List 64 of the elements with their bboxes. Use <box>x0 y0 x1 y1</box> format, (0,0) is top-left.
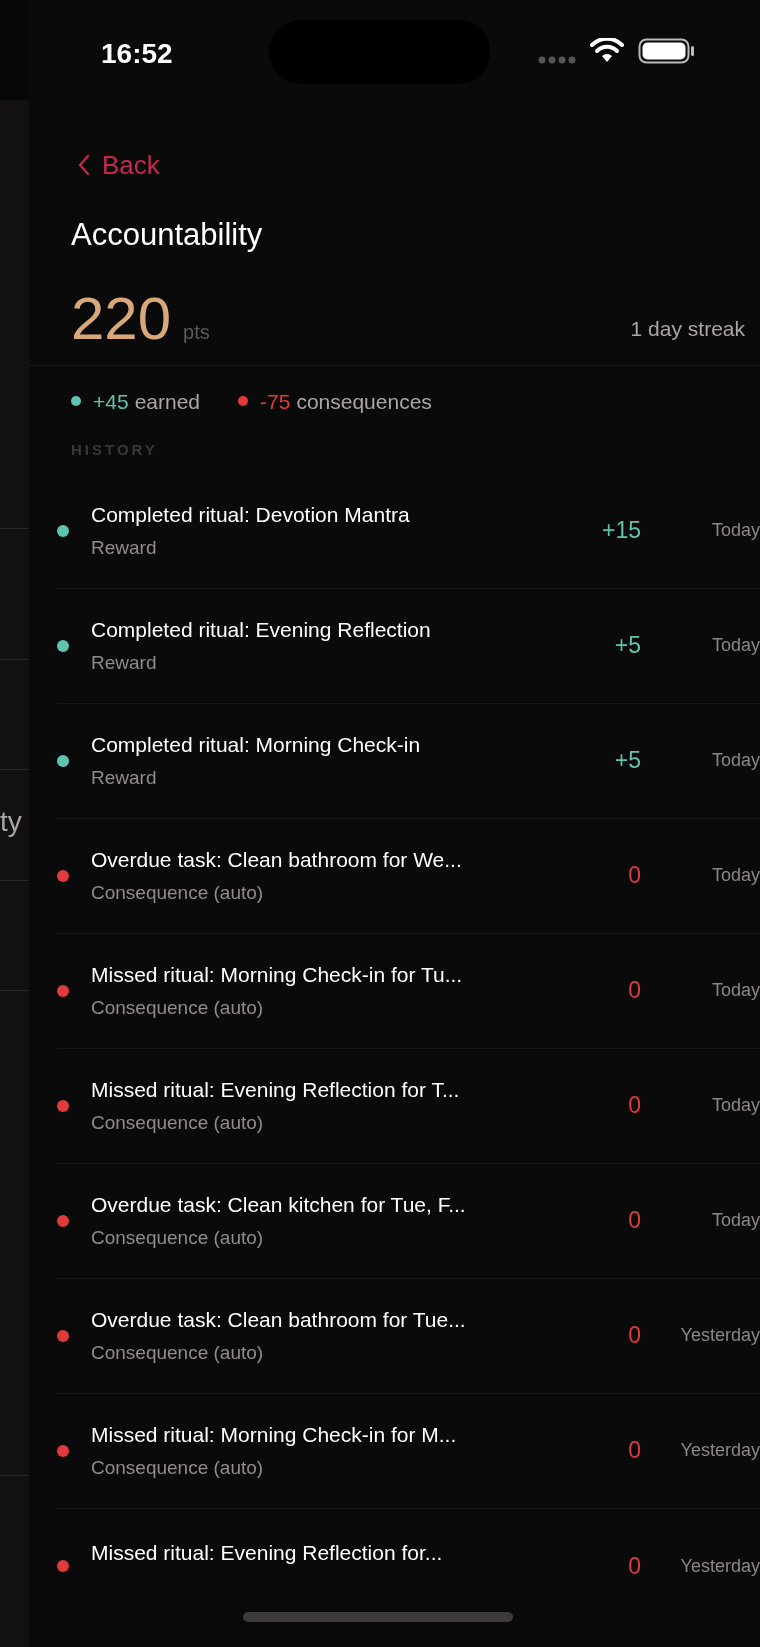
status-time: 16:52 <box>101 37 173 71</box>
battery-icon <box>638 38 696 64</box>
entry-date: Yesterday <box>679 1554 760 1578</box>
entry-date: Today <box>710 519 760 542</box>
entry-subtitle: Consequence (auto) <box>91 1226 264 1250</box>
entry-title: Overdue task: Clean bathroom for We... <box>91 846 462 873</box>
background-text: ty <box>0 808 22 836</box>
entry-title: Completed ritual: Evening Reflection <box>91 616 431 643</box>
history-row[interactable]: Completed ritual: Evening Reflection Reward +5 Today <box>57 588 760 704</box>
history-row[interactable]: Missed ritual: Evening Reflection for... 0 Yesterday <box>57 1508 760 1599</box>
entry-subtitle: Consequence (auto) <box>91 996 264 1020</box>
entry-date: Today <box>710 634 760 657</box>
history-row[interactable]: Overdue task: Clean bathroom for Tue... Consequence (auto) 0 Yesterday <box>57 1278 760 1394</box>
points-amount: 0 <box>627 1206 641 1236</box>
entry-date: Today <box>710 1209 760 1232</box>
points-amount: 0 <box>627 976 641 1006</box>
history-row[interactable]: Missed ritual: Evening Reflection for T... Consequence (auto) 0 Today <box>57 1048 760 1164</box>
points-amount: 0 <box>627 1436 641 1466</box>
entry-subtitle: Reward <box>91 766 157 790</box>
stat-value: +45 <box>93 388 129 415</box>
points-amount: +15 <box>601 516 641 546</box>
entry-subtitle: Reward <box>91 651 157 675</box>
streak-label: 1 day streak <box>630 316 745 342</box>
entry-date: Yesterday <box>679 1324 760 1347</box>
entry-title: Completed ritual: Morning Check-in <box>91 731 421 758</box>
history-row[interactable]: Completed ritual: Devotion Mantra Reward +15 Today <box>57 473 760 589</box>
history-row[interactable]: Missed ritual: Morning Check-in for M... Consequence (auto) 0 Yesterday <box>57 1393 760 1509</box>
entry-title: Missed ritual: Morning Check-in for M... <box>91 1421 457 1448</box>
entry-title: Overdue task: Clean kitchen for Tue, F... <box>91 1191 466 1218</box>
entry-title: Missed ritual: Evening Reflection for... <box>91 1539 443 1566</box>
page-title: Accountability <box>70 216 263 254</box>
points-unit: pts <box>183 319 210 345</box>
entry-title: Overdue task: Clean bathroom for Tue... <box>91 1306 466 1333</box>
points-value: 220 <box>71 288 172 349</box>
entry-date: Today <box>710 749 760 772</box>
entry-subtitle: Consequence (auto) <box>91 1341 264 1365</box>
entry-title: Completed ritual: Devotion Mantra <box>91 501 410 528</box>
points-amount: +5 <box>613 631 641 661</box>
entry-title: Missed ritual: Evening Reflection for T... <box>91 1076 460 1103</box>
history-row[interactable]: Completed ritual: Morning Check-in Reward +5 Today <box>57 703 760 819</box>
entry-subtitle: Reward <box>91 536 157 560</box>
entry-subtitle: Consequence (auto) <box>91 881 264 905</box>
back-button[interactable]: Back <box>77 145 160 185</box>
stat-label: consequences <box>296 388 432 415</box>
history-row[interactable]: Missed ritual: Morning Check-in for Tu... Consequence (auto) 0 Today <box>57 933 760 1049</box>
entry-date: Today <box>710 979 760 1002</box>
entry-subtitle: Consequence (auto) <box>91 1456 264 1480</box>
chevron-left-icon <box>77 154 90 176</box>
entry-date: Today <box>710 1094 760 1117</box>
points-amount: 0 <box>627 1551 641 1581</box>
entry-title: Missed ritual: Morning Check-in for Tu... <box>91 961 463 988</box>
points-amount: 0 <box>627 1321 641 1351</box>
stat-value: -75 <box>260 388 291 415</box>
stat-label: earned <box>134 388 200 415</box>
history-row[interactable]: Overdue task: Clean bathroom for We... Consequence (auto) 0 Today <box>57 818 760 934</box>
entry-date: Today <box>710 864 760 887</box>
points-amount: 0 <box>627 1091 641 1121</box>
points-amount: +5 <box>613 746 641 776</box>
entry-date: Yesterday <box>679 1439 760 1462</box>
wifi-icon <box>590 38 624 63</box>
history-row[interactable]: Overdue task: Clean kitchen for Tue, F... Consequence (auto) 0 Today <box>57 1163 760 1279</box>
entry-subtitle: Consequence (auto) <box>91 1111 264 1135</box>
signal-icon <box>538 55 578 65</box>
points-amount: 0 <box>627 861 641 891</box>
